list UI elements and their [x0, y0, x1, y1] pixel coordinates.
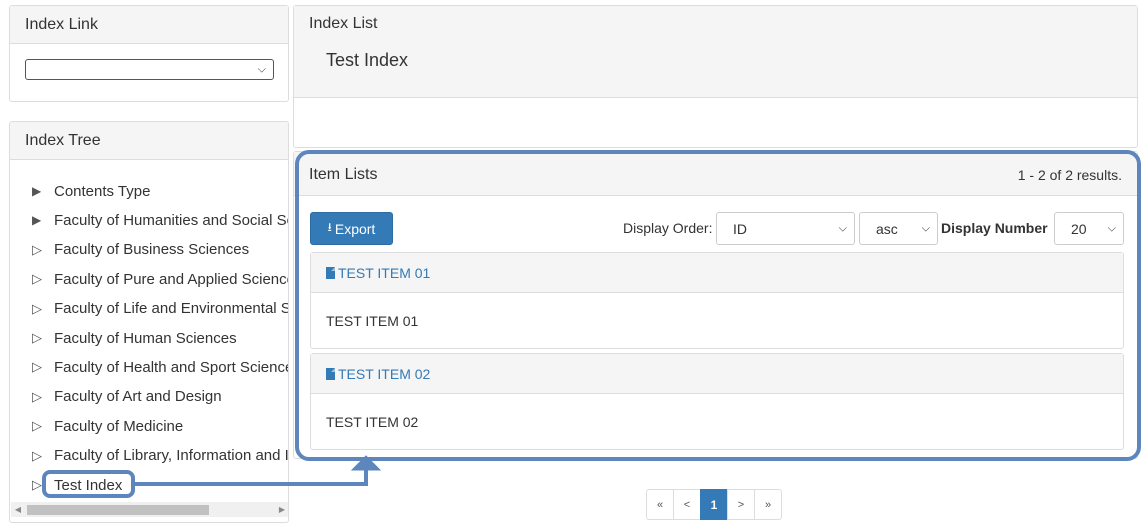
display-order-label: Display Order:	[623, 220, 713, 236]
tree-item-label[interactable]: Test Index	[54, 477, 122, 494]
chevron-down-icon: ⌵	[1107, 222, 1116, 234]
tree-item-label[interactable]: Contents Type	[54, 183, 150, 200]
index-link-panel: Index Link ⌵	[9, 5, 289, 102]
item-body: TEST ITEM 02	[326, 413, 419, 430]
item-card: TEST ITEM 01 TEST ITEM 01	[310, 252, 1124, 349]
index-link-select[interactable]: ⌵	[25, 59, 274, 80]
tree-item-label[interactable]: Faculty of Business Sciences	[54, 241, 249, 258]
index-link-heading: Index Link	[10, 6, 288, 44]
tree-item[interactable]: ▷ Faculty of Business Sciences	[32, 239, 249, 261]
item-title-link[interactable]: TEST ITEM 01	[311, 253, 1123, 293]
tree-item[interactable]: ▷ Faculty of Pure and Applied Science	[32, 268, 288, 290]
connector-line	[135, 482, 368, 486]
pagination: « < 1 > »	[646, 489, 782, 520]
pagination-next[interactable]: >	[727, 489, 755, 520]
collapsed-arrow-icon[interactable]: ▷	[32, 301, 54, 317]
pagination-current-page[interactable]: 1	[700, 489, 728, 520]
tree-item[interactable]: ▷ Faculty of Medicine	[32, 415, 183, 437]
item-lists-heading-area: Item Lists 1 - 2 of 2 results.	[294, 152, 1137, 196]
chevron-down-icon: ⌵	[921, 222, 930, 234]
collapsed-arrow-icon[interactable]: ▷	[32, 448, 54, 464]
collapsed-arrow-icon[interactable]: ▷	[32, 271, 54, 287]
file-icon	[326, 367, 335, 380]
index-list-panel: Index List Test Index	[293, 5, 1138, 148]
tree-item-label[interactable]: Faculty of Life and Environmental S	[54, 300, 288, 317]
horizontal-scrollbar[interactable]: ◀ ▶	[11, 502, 288, 517]
download-icon: ⭳	[327, 220, 332, 234]
pagination-prev[interactable]: <	[673, 489, 701, 520]
tree-item-label[interactable]: Faculty of Library, Information and I	[54, 447, 288, 464]
scroll-right-icon[interactable]: ▶	[275, 502, 288, 517]
display-number-select[interactable]: 20 ⌵	[1054, 212, 1124, 245]
item-body: TEST ITEM 01	[326, 312, 419, 329]
tree-item[interactable]: ▶ Faculty of Humanities and Social Sc	[32, 209, 288, 231]
export-label: Export	[334, 220, 376, 237]
chevron-down-icon: ⌵	[838, 222, 847, 234]
export-button[interactable]: ⭳ Export	[310, 212, 393, 245]
index-list-heading: Index List	[309, 15, 378, 32]
arrow-up-icon	[350, 455, 382, 471]
tree-item[interactable]: ▷ Faculty of Human Sciences	[32, 327, 237, 349]
tree-item-label[interactable]: Faculty of Pure and Applied Science	[54, 271, 288, 288]
index-name-title: Test Index	[326, 50, 409, 70]
expand-arrow-icon[interactable]: ▶	[32, 184, 54, 198]
collapsed-arrow-icon[interactable]: ▷	[32, 359, 54, 375]
collapsed-arrow-icon[interactable]: ▷	[32, 389, 54, 405]
item-card: TEST ITEM 02 TEST ITEM 02	[310, 353, 1124, 450]
index-list-heading-area: Index List Test Index	[294, 6, 1137, 98]
scroll-left-icon[interactable]: ◀	[11, 502, 25, 517]
tree-item[interactable]: ▷ Faculty of Health and Sport Science	[32, 356, 288, 378]
tree-item[interactable]: ▶ Contents Type	[32, 180, 150, 202]
item-title[interactable]: TEST ITEM 02	[338, 366, 430, 382]
tree-item[interactable]: ▷ Faculty of Library, Information and I	[32, 445, 288, 467]
tree-item[interactable]: ▷ Faculty of Life and Environmental S	[32, 298, 288, 320]
results-count: 1 - 2 of 2 results.	[1017, 166, 1122, 183]
index-tree-heading: Index Tree	[10, 122, 288, 160]
item-title-link[interactable]: TEST ITEM 02	[311, 354, 1123, 394]
item-lists-panel: Item Lists 1 - 2 of 2 results. ⭳ Export …	[293, 151, 1138, 459]
scrollbar-thumb[interactable]	[27, 505, 209, 515]
display-number-label: Display Number	[941, 220, 1048, 236]
item-title[interactable]: TEST ITEM 01	[338, 265, 430, 281]
expand-arrow-icon[interactable]: ▶	[32, 213, 54, 227]
tree-item[interactable]: ▷ Faculty of Art and Design	[32, 386, 222, 408]
index-tree-panel: Index Tree ▶ Contents Type ▶ Faculty of Hum…	[9, 121, 289, 523]
file-icon	[326, 266, 335, 279]
display-order-select[interactable]: ID ⌵	[716, 212, 855, 245]
tree-item-label[interactable]: Faculty of Humanities and Social Sc	[54, 212, 288, 229]
tree-item-label[interactable]: Faculty of Medicine	[54, 418, 183, 435]
display-number-value: 20	[1071, 220, 1087, 237]
pagination-last[interactable]: »	[754, 489, 782, 520]
collapsed-arrow-icon[interactable]: ▷	[32, 242, 54, 258]
tree-item-label[interactable]: Faculty of Health and Sport Science	[54, 359, 288, 376]
collapsed-arrow-icon[interactable]: ▷	[32, 330, 54, 346]
collapsed-arrow-icon[interactable]: ▷	[32, 418, 54, 434]
connector-line	[364, 469, 368, 486]
tree-item-label[interactable]: Faculty of Art and Design	[54, 388, 222, 405]
display-order-value: ID	[733, 220, 747, 237]
tree-item-label[interactable]: Faculty of Human Sciences	[54, 330, 237, 347]
collapsed-arrow-icon[interactable]: ▷	[32, 477, 54, 493]
chevron-down-icon: ⌵	[257, 63, 266, 75]
tree-item[interactable]: ▷ Test Index	[32, 474, 122, 496]
item-lists-heading: Item Lists	[309, 165, 378, 183]
pagination-first[interactable]: «	[646, 489, 674, 520]
sort-direction-select[interactable]: asc ⌵	[859, 212, 938, 245]
sort-direction-value: asc	[876, 220, 898, 237]
